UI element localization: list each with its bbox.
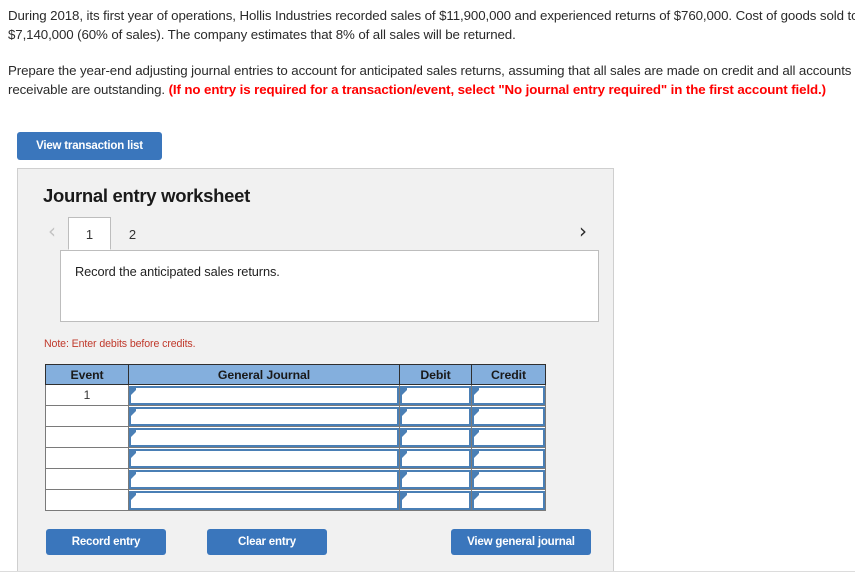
- debit-amount-field-cell: [399, 447, 472, 469]
- column-header-event: Event: [45, 364, 129, 385]
- tab-entry-2[interactable]: 2: [111, 217, 154, 250]
- clear-entry-button[interactable]: Clear entry: [207, 529, 327, 555]
- table-row: [45, 447, 546, 469]
- table-row: 1: [45, 384, 546, 406]
- problem-paragraph-2-emphasis: (If no entry is required for a transacti…: [168, 82, 827, 97]
- debit-amount-field-cell: [399, 384, 472, 406]
- general-journal-account-field[interactable]: [129, 427, 399, 447]
- view-transaction-list-button[interactable]: View transaction list: [17, 132, 162, 160]
- chevron-left-icon[interactable]: ‹: [42, 218, 62, 244]
- general-journal-account-field[interactable]: [129, 490, 399, 510]
- general-journal-account-field-cell: [128, 489, 400, 511]
- table-row: [45, 426, 546, 448]
- problem-paragraph-1: During 2018, its first year of operation…: [8, 8, 855, 42]
- credit-amount-field-cell: [471, 447, 546, 469]
- debit-amount-field-cell: [399, 489, 472, 511]
- debit-amount-field[interactable]: [400, 427, 471, 447]
- debit-amount-field-cell: [399, 405, 472, 427]
- page-root: During 2018, its first year of operation…: [0, 0, 855, 577]
- debit-amount-field-cell: [399, 468, 472, 490]
- general-journal-account-field[interactable]: [129, 448, 399, 468]
- entry-description-box: Record the anticipated sales returns.: [60, 250, 599, 322]
- general-journal-account-field-cell: [128, 384, 400, 406]
- debits-before-credits-note: Note: Enter debits before credits.: [44, 338, 196, 350]
- debit-amount-field[interactable]: [400, 490, 471, 510]
- general-journal-account-field-cell: [128, 405, 400, 427]
- debit-amount-field[interactable]: [400, 448, 471, 468]
- journal-entry-table-body: 1: [45, 384, 546, 511]
- event-cell: [45, 468, 129, 490]
- journal-entry-table: Event General Journal Debit Credit 1: [45, 364, 546, 511]
- general-journal-account-field[interactable]: [129, 469, 399, 489]
- table-row: [45, 489, 546, 511]
- chevron-right-icon[interactable]: ›: [573, 218, 593, 244]
- table-header-row: Event General Journal Debit Credit: [45, 364, 546, 385]
- credit-amount-field[interactable]: [472, 406, 545, 426]
- credit-amount-field-cell: [471, 384, 546, 406]
- event-cell: [45, 405, 129, 427]
- record-entry-button[interactable]: Record entry: [46, 529, 166, 555]
- event-cell: [45, 447, 129, 469]
- credit-amount-field[interactable]: [472, 448, 545, 468]
- credit-amount-field-cell: [471, 468, 546, 490]
- credit-amount-field-cell: [471, 426, 546, 448]
- credit-amount-field[interactable]: [472, 490, 545, 510]
- event-cell: [45, 489, 129, 511]
- entry-description-text: Record the anticipated sales returns.: [75, 264, 280, 279]
- credit-amount-field-cell: [471, 405, 546, 427]
- worksheet-title: Journal entry worksheet: [43, 185, 250, 206]
- view-general-journal-button[interactable]: View general journal: [451, 529, 591, 555]
- credit-amount-field-cell: [471, 489, 546, 511]
- credit-amount-field[interactable]: [472, 469, 545, 489]
- debit-amount-field-cell: [399, 426, 472, 448]
- column-header-general-journal: General Journal: [128, 364, 400, 385]
- journal-entry-worksheet-panel: Journal entry worksheet ‹ 1 2 › Record t…: [17, 168, 614, 571]
- general-journal-account-field[interactable]: [129, 406, 399, 426]
- event-cell: [45, 426, 129, 448]
- general-journal-account-field-cell: [128, 468, 400, 490]
- general-journal-account-field-cell: [128, 426, 400, 448]
- table-row: [45, 405, 546, 427]
- credit-amount-field[interactable]: [472, 427, 545, 447]
- table-row: [45, 468, 546, 490]
- problem-statement: During 2018, its first year of operation…: [8, 6, 855, 116]
- page-bottom-divider: [0, 571, 855, 572]
- problem-paragraph-2: Prepare the year-end adjusting journal e…: [8, 61, 855, 99]
- debit-amount-field[interactable]: [400, 406, 471, 426]
- credit-amount-field[interactable]: [472, 385, 545, 405]
- tab-entry-1[interactable]: 1: [68, 217, 111, 250]
- column-header-debit: Debit: [399, 364, 472, 385]
- worksheet-tabs: 1 2: [68, 216, 154, 250]
- debit-amount-field[interactable]: [400, 469, 471, 489]
- general-journal-account-field[interactable]: [129, 385, 399, 405]
- event-cell: 1: [45, 384, 129, 406]
- worksheet-tabstrip: ‹ 1 2 ›: [42, 216, 592, 250]
- general-journal-account-field-cell: [128, 447, 400, 469]
- column-header-credit: Credit: [471, 364, 546, 385]
- debit-amount-field[interactable]: [400, 385, 471, 405]
